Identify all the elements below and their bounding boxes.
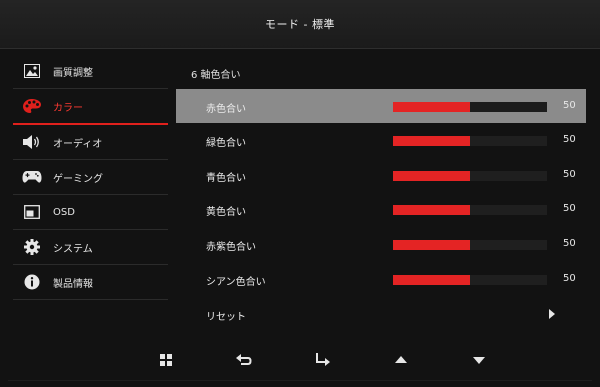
- osd-icon: [22, 204, 42, 220]
- setting-row-cyan-hue[interactable]: シアン色合い 50: [176, 262, 586, 296]
- sidebar-item-audio[interactable]: オーディオ: [13, 125, 168, 160]
- level-bar-fill: [393, 136, 470, 146]
- reset-label: リセット: [206, 312, 246, 323]
- up-arrow-icon[interactable]: [393, 352, 409, 368]
- level-bar-fill: [393, 205, 470, 215]
- mode-title: モード - 標準: [265, 18, 335, 31]
- sidebar-item-label: ゲーミング: [53, 173, 103, 185]
- setting-row-magenta-hue[interactable]: 赤紫色合い 50: [176, 227, 586, 261]
- setting-row-green-hue[interactable]: 緑色合い 50: [176, 123, 586, 157]
- setting-label: 赤色合い: [206, 104, 246, 115]
- setting-value: 50: [563, 203, 576, 214]
- setting-row-red-hue[interactable]: 赤色合い 50: [176, 89, 586, 123]
- speaker-icon: [22, 134, 42, 150]
- level-bar[interactable]: [393, 102, 547, 112]
- setting-value: 50: [563, 169, 576, 180]
- sidebar: 画質調整 カラー オーディオ ゲーミング OSD システム 製品情報: [13, 54, 168, 300]
- level-bar-fill: [393, 171, 470, 181]
- setting-row-yellow-hue[interactable]: 黄色合い 50: [176, 192, 586, 226]
- sidebar-item-gaming[interactable]: ゲーミング: [13, 160, 168, 195]
- divider: [8, 380, 592, 381]
- level-bar[interactable]: [393, 136, 547, 146]
- enter-icon[interactable]: [314, 352, 330, 368]
- setting-label: シアン色合い: [206, 277, 266, 288]
- info-icon: [22, 274, 42, 290]
- sidebar-item-color[interactable]: カラー: [13, 89, 168, 125]
- sidebar-item-picture[interactable]: 画質調整: [13, 54, 168, 89]
- osd-panel: モード - 標準 画質調整 カラー オーディオ ゲーミング OSD システム 製…: [0, 0, 600, 387]
- setting-label: 黄色合い: [206, 207, 246, 218]
- sidebar-item-label: カラー: [53, 102, 83, 114]
- level-bar[interactable]: [393, 240, 547, 250]
- section-title: 6 軸色合い: [191, 70, 241, 81]
- setting-label: 青色合い: [206, 173, 246, 184]
- menu-grid-icon[interactable]: [158, 352, 174, 368]
- osd-header: モード - 標準: [0, 0, 600, 49]
- osd-footer: [0, 345, 600, 375]
- level-bar-fill: [393, 275, 470, 285]
- sidebar-item-label: OSD: [53, 206, 75, 218]
- sidebar-item-label: 画質調整: [53, 67, 93, 79]
- level-bar-fill: [393, 102, 470, 112]
- sidebar-item-label: オーディオ: [53, 138, 103, 150]
- setting-value: 50: [563, 273, 576, 284]
- sidebar-item-osd[interactable]: OSD: [13, 195, 168, 230]
- setting-label: 緑色合い: [206, 138, 246, 149]
- sidebar-item-label: システム: [53, 243, 93, 255]
- back-icon[interactable]: [236, 352, 252, 368]
- level-bar-fill: [393, 240, 470, 250]
- sidebar-item-info[interactable]: 製品情報: [13, 265, 168, 300]
- palette-icon: [22, 98, 42, 114]
- sidebar-item-label: 製品情報: [53, 278, 93, 290]
- setting-value: 50: [563, 134, 576, 145]
- setting-label: 赤紫色合い: [206, 242, 256, 253]
- down-arrow-icon[interactable]: [471, 352, 487, 368]
- level-bar[interactable]: [393, 275, 547, 285]
- setting-value: 50: [563, 238, 576, 249]
- sidebar-item-system[interactable]: システム: [13, 230, 168, 265]
- setting-value: 50: [563, 100, 576, 111]
- gear-icon: [22, 239, 42, 255]
- level-bar[interactable]: [393, 171, 547, 181]
- setting-row-blue-hue[interactable]: 青色合い 50: [176, 158, 586, 192]
- gamepad-icon: [22, 169, 42, 185]
- picture-icon: [22, 63, 42, 79]
- chevron-right-icon: [549, 309, 555, 319]
- level-bar[interactable]: [393, 205, 547, 215]
- setting-row-reset[interactable]: リセット: [176, 297, 586, 331]
